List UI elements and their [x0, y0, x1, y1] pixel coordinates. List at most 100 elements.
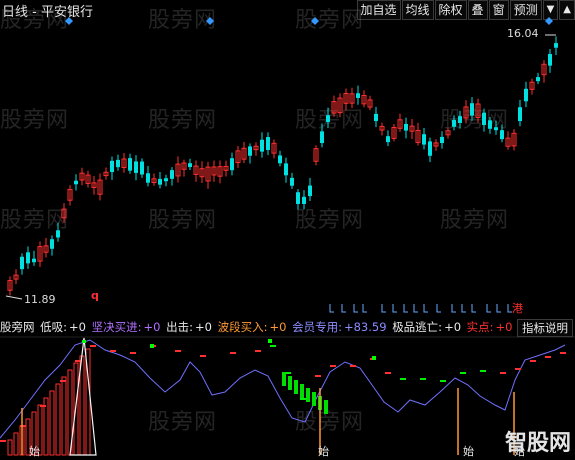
indicator-step	[350, 365, 356, 367]
indicator-step	[60, 380, 66, 382]
candle-body-down	[296, 192, 300, 204]
candle-body-down	[386, 136, 390, 143]
indicator-bar-green	[282, 372, 286, 386]
candle-body-down	[554, 43, 558, 48]
candle-body-down	[32, 258, 36, 263]
band-buy-value: +0	[269, 320, 287, 334]
candle-body-down	[50, 239, 54, 249]
candlestick-chart	[0, 17, 575, 456]
band-buy-label: 波段买入:	[217, 320, 268, 334]
indicator-step	[385, 372, 391, 374]
indicator-step	[130, 352, 136, 354]
candle-body-down	[404, 123, 408, 131]
signal-diamond-icon	[545, 17, 553, 25]
indicator-bar	[13, 432, 19, 456]
indicator-help-button[interactable]: 指标说明	[517, 319, 573, 337]
buy-signal-mark	[329, 304, 334, 313]
signal-diamond-icon	[206, 17, 214, 25]
signal-diamond-icon	[311, 17, 319, 25]
buy-signal-mark	[451, 304, 456, 313]
candle-body-down	[164, 178, 168, 182]
indicator-bar	[61, 376, 67, 456]
indicator-bar	[7, 439, 13, 456]
signal-dot	[150, 344, 154, 348]
indicator-name: 股旁网	[0, 320, 35, 334]
candle-body-down	[230, 158, 234, 171]
candle-body-down	[302, 196, 306, 204]
buy-signal-mark	[436, 304, 441, 313]
indicator-bar-green	[288, 376, 292, 390]
low-price-pointer	[5, 295, 23, 300]
escape-value: +0	[444, 320, 462, 334]
indicator-step	[400, 378, 406, 380]
candle-body-down	[56, 230, 60, 238]
candle-body-down	[278, 155, 282, 164]
signal-dot	[268, 339, 272, 343]
indicator-step	[530, 360, 536, 362]
indicator-bar	[55, 383, 61, 456]
candle-body-down	[536, 77, 540, 82]
candle-body-down	[26, 252, 30, 264]
candle-body-down	[518, 107, 522, 122]
member-value: +83.59	[343, 320, 387, 334]
indicator-step	[440, 380, 446, 382]
candle-body-down	[158, 178, 162, 185]
buy-signal-mark	[381, 304, 386, 313]
buy-signal-mark	[413, 304, 418, 313]
candle-body-down	[422, 134, 426, 145]
candle-body-down	[428, 141, 432, 156]
candle-body-down	[260, 139, 264, 152]
candle-body-down	[110, 160, 114, 173]
candle-body-down	[248, 146, 252, 156]
candle-body-down	[20, 256, 24, 270]
candle-body-down	[548, 53, 552, 66]
candle-body-down	[128, 158, 132, 171]
firm-buy-label: 坚决买进:	[91, 320, 142, 334]
candle-body-down	[266, 137, 270, 151]
indicator-bar-green	[294, 380, 298, 394]
candle-body-down	[356, 93, 360, 98]
indicator-step	[230, 352, 236, 354]
candle-body-down	[452, 119, 456, 127]
indicator-step	[315, 375, 321, 377]
stock-chart-window: 日线 - 平安银行 加自选 均线 除权 叠 窗 预测 ▼ ▲ 股旁网 股旁网 股…	[0, 0, 575, 460]
indicator-bar-green	[324, 400, 328, 414]
candle-body-down	[140, 161, 144, 175]
signal-dot	[372, 356, 376, 360]
buy-signal-mark	[496, 304, 501, 313]
firm-buy-value: +0	[143, 320, 161, 334]
start-marker: 始	[29, 445, 40, 458]
candle-body-down	[440, 136, 444, 144]
candle-body-down	[374, 113, 378, 122]
candle-body-down	[326, 115, 330, 123]
candle-body-down	[134, 161, 138, 173]
real-point-value: +0	[495, 320, 513, 334]
candle-body-down	[470, 103, 474, 116]
spike-top-marker	[82, 340, 86, 343]
buy-signal-mark	[403, 304, 408, 313]
indicator-step	[500, 372, 506, 374]
candle-body-down	[146, 173, 150, 183]
indicator-step	[90, 345, 96, 347]
start-marker: 始	[318, 445, 329, 458]
indicator-step	[515, 368, 521, 370]
buy-signal-mark	[486, 304, 491, 313]
high-price-label: 16.04	[507, 27, 539, 40]
start-marker: 始	[463, 445, 474, 458]
indicator-step	[110, 350, 116, 352]
signal-marker-q: q	[91, 289, 99, 302]
candle-body-down	[500, 130, 504, 140]
buy-signal-mark	[423, 304, 428, 313]
candle-body-down	[488, 120, 492, 129]
indicator-step	[420, 378, 426, 380]
indicator-step	[175, 350, 181, 352]
indicator-step	[330, 365, 336, 367]
buy-signal-mark	[353, 304, 358, 313]
attack-value: +0	[195, 320, 212, 334]
buy-signal-mark	[392, 304, 397, 313]
indicator-step	[480, 370, 486, 372]
buy-signal-mark	[341, 304, 346, 313]
buy-signal-mark	[461, 304, 466, 313]
indicator-bar-green	[306, 388, 310, 402]
candle-body-down	[284, 163, 288, 176]
